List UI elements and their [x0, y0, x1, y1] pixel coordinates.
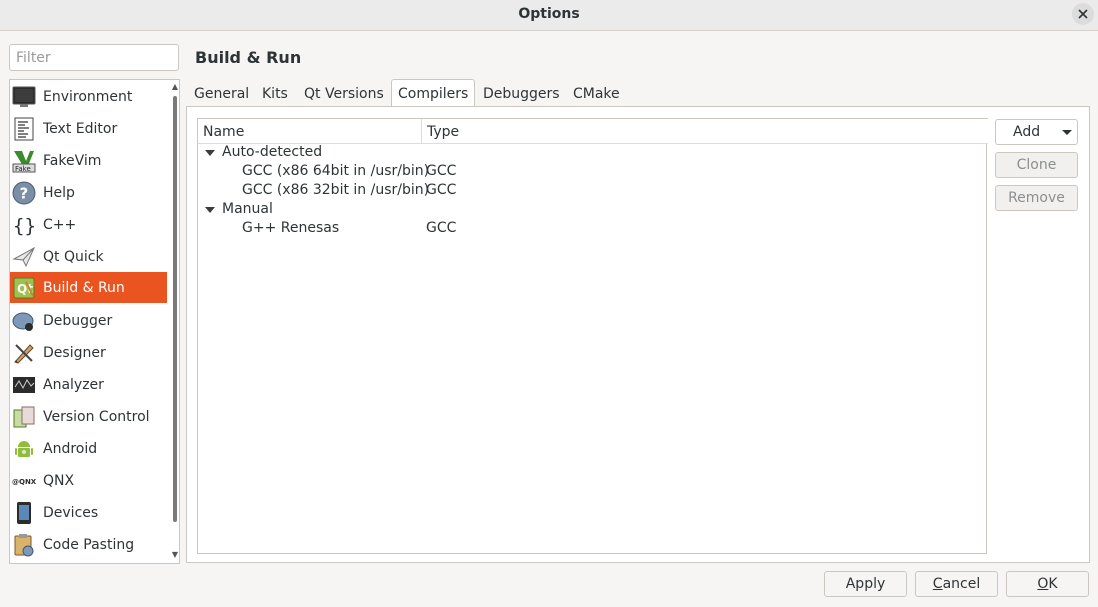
- close-icon: [1078, 9, 1088, 19]
- category-label: Debugger: [43, 312, 113, 329]
- category-label: Qt Quick: [43, 248, 104, 265]
- title-bar: Options: [0, 0, 1098, 31]
- version-control-icon: [12, 405, 36, 429]
- category-label: FakeVim: [43, 152, 102, 169]
- android-icon: [12, 437, 36, 461]
- window-title: Options: [518, 6, 580, 22]
- tab-cmake[interactable]: CMake: [573, 79, 620, 107]
- compiler-name: GCC (x86 64bit in /usr/bin): [242, 163, 430, 179]
- tree-header: Name Type: [198, 118, 988, 144]
- text-document-icon: [12, 117, 36, 141]
- designer-icon: [12, 341, 36, 365]
- compiler-name: GCC (x86 32bit in /usr/bin): [242, 182, 430, 198]
- column-header-name[interactable]: Name: [203, 124, 244, 140]
- analyzer-icon: [12, 373, 36, 397]
- category-debugger[interactable]: Debugger: [10, 305, 167, 336]
- monitor-icon: [12, 85, 36, 109]
- cancel-button[interactable]: Cancel: [915, 571, 998, 597]
- svg-text:?: ?: [20, 184, 29, 202]
- tab-qt-versions[interactable]: Qt Versions: [304, 79, 384, 107]
- category-label: Text Editor: [43, 120, 118, 137]
- category-cpp[interactable]: {} C++: [10, 209, 167, 240]
- tree-group-auto-detected[interactable]: Auto-detected: [198, 144, 986, 163]
- category-qt-quick[interactable]: Qt Quick: [10, 241, 167, 272]
- category-label: Version Control: [43, 408, 150, 425]
- category-environment[interactable]: Environment: [10, 81, 167, 112]
- tab-compilers[interactable]: Compilers: [391, 79, 475, 107]
- category-android[interactable]: Android: [10, 433, 167, 464]
- category-label: Analyzer: [43, 376, 104, 393]
- tab-kits[interactable]: Kits: [262, 79, 288, 107]
- tree-row[interactable]: GCC (x86 64bit in /usr/bin) GCC: [198, 163, 986, 182]
- category-help[interactable]: ? Help: [10, 177, 167, 208]
- tree-group-manual[interactable]: Manual: [198, 201, 986, 220]
- column-separator[interactable]: [421, 119, 422, 143]
- svg-text:{}: {}: [13, 215, 36, 237]
- scroll-up-icon[interactable]: ▲: [170, 82, 179, 92]
- remove-button[interactable]: Remove: [995, 185, 1078, 211]
- category-scrollbar[interactable]: ▲ ▼: [170, 80, 179, 563]
- ok-mnemonic: O: [1037, 576, 1049, 592]
- compilers-tree[interactable]: Name Type Auto-detected GCC (x86 64bit i…: [197, 118, 988, 554]
- bug-icon: [12, 309, 36, 333]
- clone-button[interactable]: Clone: [995, 152, 1078, 178]
- scroll-thumb[interactable]: [173, 96, 177, 522]
- compiler-type: GCC: [426, 163, 457, 179]
- close-button[interactable]: [1072, 3, 1094, 25]
- category-version-control[interactable]: Version Control: [10, 401, 167, 432]
- category-label: Devices: [43, 504, 99, 521]
- category-label: Help: [43, 184, 75, 201]
- filter-input[interactable]: [9, 44, 179, 71]
- compiler-type: GCC: [426, 182, 457, 198]
- svg-text:Fake: Fake: [15, 165, 31, 173]
- category-text-editor[interactable]: Text Editor: [10, 113, 167, 144]
- category-fakevim[interactable]: Fake FakeVim: [10, 145, 167, 176]
- apply-button[interactable]: Apply: [824, 571, 907, 597]
- tab-general[interactable]: General: [194, 79, 249, 107]
- category-label: C++: [43, 216, 77, 233]
- expand-arrow-icon[interactable]: [205, 150, 215, 156]
- fakevim-icon: Fake: [12, 149, 36, 173]
- ok-label: K: [1048, 576, 1058, 592]
- category-qnx[interactable]: @QNX QNX: [10, 465, 167, 496]
- ok-button[interactable]: OK: [1006, 571, 1089, 597]
- category-label: Android: [43, 440, 98, 457]
- category-label: QNX: [43, 472, 75, 489]
- device-icon: [12, 501, 36, 525]
- group-label: Manual: [222, 201, 273, 217]
- svg-text:Qt: Qt: [17, 282, 33, 296]
- category-build-and-run[interactable]: Qt Build & Run: [10, 272, 167, 303]
- category-label: Designer: [43, 344, 106, 361]
- qnx-icon: @QNX: [12, 469, 36, 493]
- category-designer[interactable]: Designer: [10, 337, 167, 368]
- category-analyzer[interactable]: Analyzer: [10, 369, 167, 400]
- paper-plane-icon: [12, 245, 36, 269]
- page-title: Build & Run: [195, 48, 302, 67]
- expand-arrow-icon[interactable]: [205, 207, 215, 213]
- compiler-name: G++ Renesas: [242, 220, 340, 236]
- svg-text:@QNX: @QNX: [12, 478, 36, 486]
- category-label: Build & Run: [43, 279, 125, 296]
- compiler-type: GCC: [426, 220, 457, 236]
- cancel-label: ancel: [942, 576, 981, 592]
- scroll-down-icon[interactable]: ▼: [170, 550, 179, 560]
- cancel-mnemonic: C: [932, 576, 943, 592]
- tab-debuggers[interactable]: Debuggers: [483, 79, 560, 107]
- group-label: Auto-detected: [222, 144, 323, 160]
- category-list: Environment Text Editor Fake FakeVim ? H…: [9, 79, 180, 564]
- help-icon: ?: [12, 181, 36, 205]
- category-label: Code Pasting: [43, 536, 135, 553]
- tree-row[interactable]: GCC (x86 32bit in /usr/bin) GCC: [198, 182, 986, 201]
- category-code-pasting[interactable]: Code Pasting: [10, 529, 167, 560]
- add-button[interactable]: Add: [995, 119, 1078, 145]
- tree-row[interactable]: G++ Renesas GCC: [198, 220, 986, 239]
- column-header-type[interactable]: Type: [427, 124, 459, 140]
- category-label: Environment: [43, 88, 133, 105]
- braces-icon: {}: [12, 213, 36, 237]
- category-devices[interactable]: Devices: [10, 497, 167, 528]
- code-pasting-icon: [12, 533, 36, 557]
- chevron-down-icon: [1062, 130, 1072, 135]
- add-button-label: Add: [1013, 124, 1041, 140]
- qt-build-icon: Qt: [12, 276, 36, 300]
